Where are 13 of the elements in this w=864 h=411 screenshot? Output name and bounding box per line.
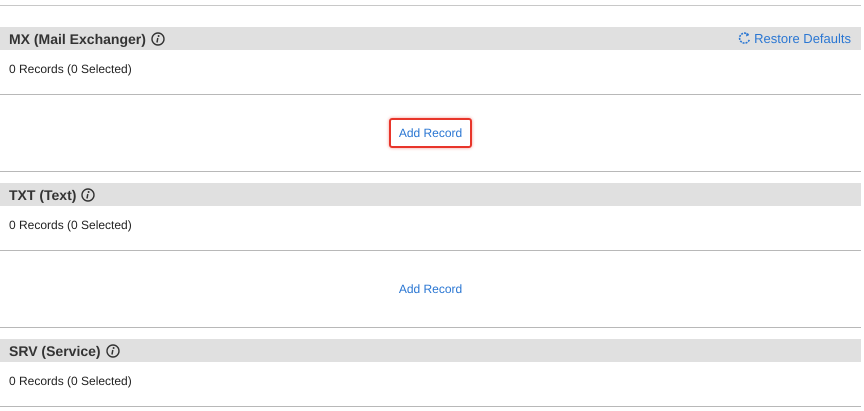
section-title: TXT (Text) (9, 186, 76, 202)
records-count: 0 Records (0 Selected) (9, 218, 132, 232)
info-icon[interactable] (106, 344, 120, 358)
refresh-icon (738, 32, 752, 45)
section-title: SRV (Service) (9, 342, 101, 358)
records-count: 0 Records (0 Selected) (9, 62, 132, 76)
add-record-link[interactable]: Add Record (388, 274, 472, 304)
section-title: MX (Mail Exchanger) (9, 30, 146, 46)
records-count: 0 Records (0 Selected) (9, 374, 132, 388)
info-icon[interactable] (81, 188, 96, 202)
restore-defaults-link[interactable]: Restore Defaults (738, 31, 851, 46)
add-record-link[interactable]: Add Record (388, 118, 472, 148)
info-icon[interactable] (150, 32, 165, 46)
